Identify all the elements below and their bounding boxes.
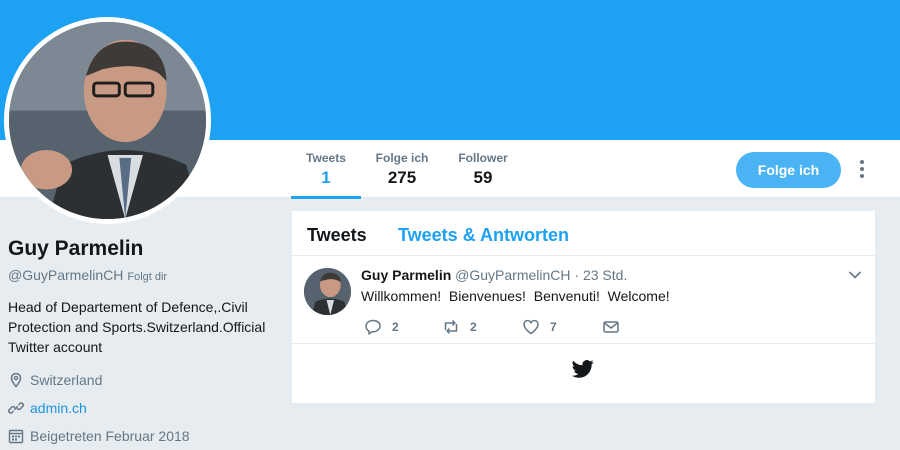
link-icon bbox=[8, 402, 24, 414]
website-row: admin.ch bbox=[8, 399, 278, 417]
timeline-tabs: Tweets Tweets & Antworten bbox=[292, 211, 875, 256]
avatar-photo bbox=[9, 22, 206, 219]
tab-tweets[interactable]: Tweets bbox=[307, 225, 367, 246]
tweet-timestamp[interactable]: 23 Std. bbox=[583, 267, 627, 283]
heart-icon bbox=[523, 319, 539, 335]
nav-following[interactable]: Folge ich 275 bbox=[372, 151, 432, 199]
tweet[interactable]: Guy Parmelin @GuyParmelinCH · 23 Std. Wi… bbox=[292, 256, 875, 344]
profile-bio: Head of Departement of Defence,.Civil Pr… bbox=[8, 299, 266, 355]
tweet-author-handle[interactable]: @GuyParmelinCH bbox=[455, 267, 570, 283]
nav-following-label: Folge ich bbox=[375, 151, 429, 165]
nav-followers-label: Follower bbox=[458, 151, 508, 165]
nav-tweets[interactable]: Tweets 1 bbox=[291, 151, 361, 199]
reply-icon bbox=[365, 319, 381, 335]
following-button[interactable]: Folge ich bbox=[736, 152, 841, 188]
like-action[interactable]: 7 bbox=[522, 318, 557, 336]
tweet-author-name[interactable]: Guy Parmelin bbox=[361, 267, 451, 283]
twitter-bird-icon bbox=[572, 360, 594, 378]
calendar-icon bbox=[8, 429, 24, 444]
chevron-down-icon[interactable] bbox=[848, 270, 862, 280]
location-text: Switzerland bbox=[30, 372, 103, 388]
profile-name[interactable]: Guy Parmelin bbox=[8, 237, 278, 261]
nav-tweets-count: 1 bbox=[321, 168, 331, 187]
joined-text: Beigetreten Februar 2018 bbox=[30, 428, 190, 444]
website-link[interactable]: admin.ch bbox=[30, 400, 87, 416]
nav-followers[interactable]: Follower 59 bbox=[454, 151, 512, 199]
timeline: Tweets Tweets & Antworten Guy Parmelin @… bbox=[292, 211, 875, 403]
message-action[interactable] bbox=[602, 318, 630, 336]
tab-tweets-replies[interactable]: Tweets & Antworten bbox=[398, 225, 569, 246]
tweet-text: Willkommen! Bienvenues! Benvenuti! Welco… bbox=[361, 288, 670, 304]
location-pin-icon bbox=[10, 372, 22, 388]
reply-action[interactable]: 2 bbox=[364, 318, 399, 336]
follows-you-badge: Folgt dir bbox=[127, 271, 168, 283]
retweet-count: 2 bbox=[470, 320, 477, 334]
more-vertical-icon[interactable] bbox=[853, 158, 871, 184]
nav-following-count: 275 bbox=[387, 168, 417, 187]
location-row: Switzerland bbox=[8, 371, 278, 389]
retweet-action[interactable]: 2 bbox=[442, 318, 477, 336]
nav-followers-count: 59 bbox=[473, 168, 493, 187]
tweet-separator: · bbox=[574, 267, 580, 283]
profile-avatar[interactable] bbox=[4, 17, 211, 224]
retweet-icon bbox=[444, 319, 458, 335]
tweet-avatar[interactable] bbox=[304, 268, 351, 315]
reply-count: 2 bbox=[392, 320, 399, 334]
joined-row: Beigetreten Februar 2018 bbox=[8, 427, 278, 445]
nav-tweets-label: Tweets bbox=[306, 151, 346, 165]
like-count: 7 bbox=[550, 320, 557, 334]
envelope-icon bbox=[603, 321, 619, 333]
profile-card: Guy Parmelin @GuyParmelinCH Folgt dir Hea… bbox=[8, 237, 278, 445]
tweet-header: Guy Parmelin @GuyParmelinCH · 23 Std. bbox=[361, 267, 627, 283]
handle-row: @GuyParmelinCH Folgt dir bbox=[8, 267, 278, 283]
profile-handle[interactable]: @GuyParmelinCH bbox=[8, 267, 123, 283]
